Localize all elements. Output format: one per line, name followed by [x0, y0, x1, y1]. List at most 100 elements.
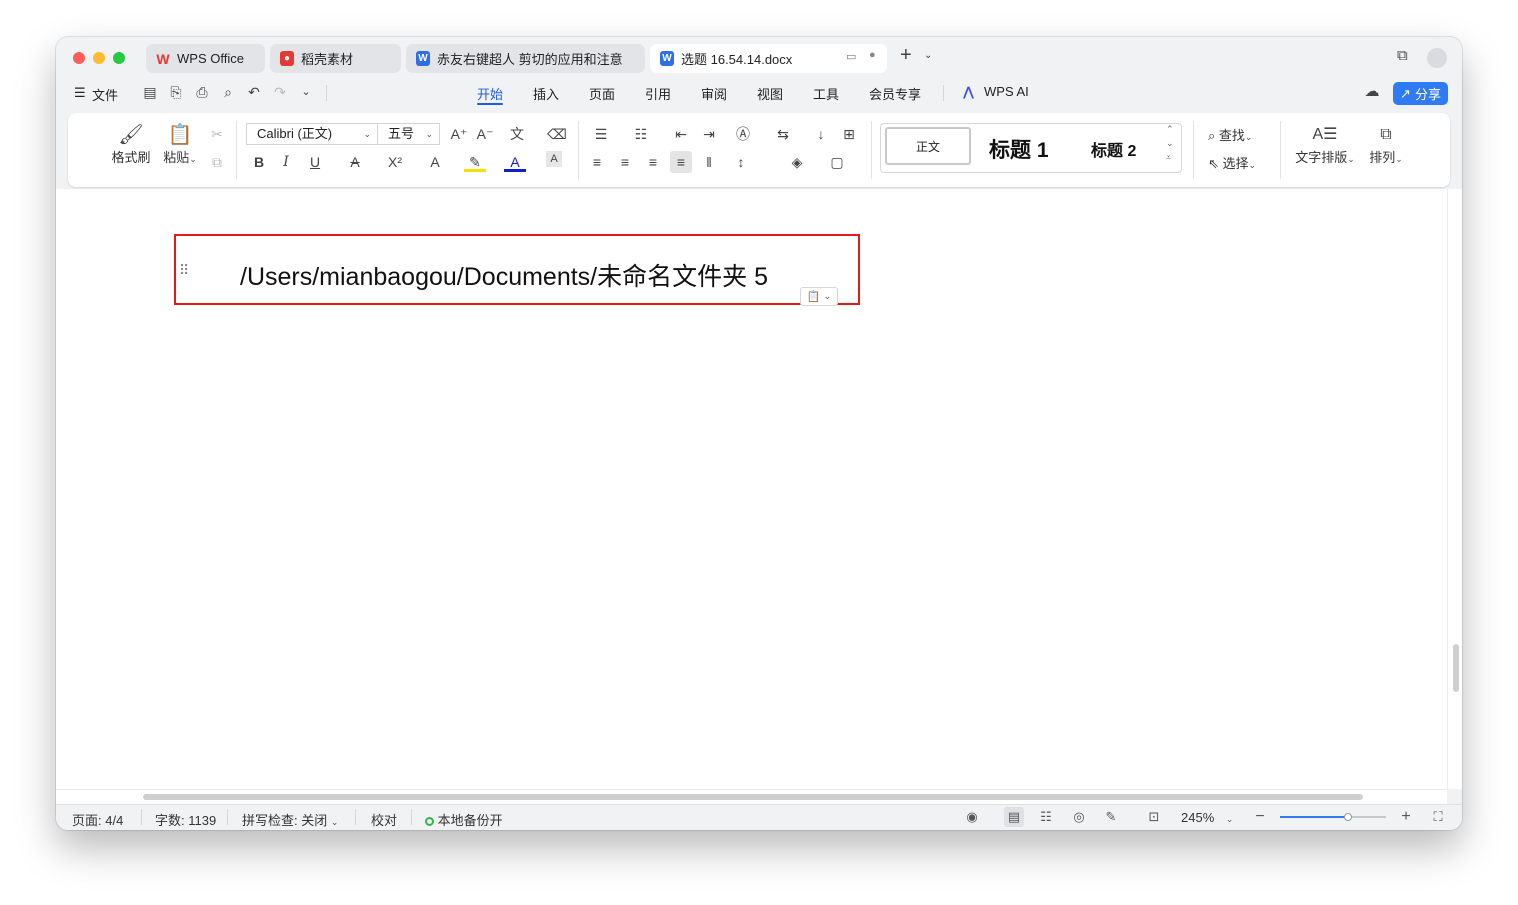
style-normal[interactable]: 正文 [885, 127, 971, 165]
export-pdf-icon[interactable]: ⎘ [167, 83, 185, 101]
highlight-color-icon[interactable]: ✎ [464, 151, 486, 172]
clear-format-icon[interactable]: ⌫ [546, 123, 568, 145]
save-icon[interactable]: ▤ [141, 83, 159, 101]
paste-options-button[interactable]: 📋 ⌄ [800, 287, 838, 306]
zoom-slider-handle[interactable] [1344, 813, 1352, 821]
tab-document-active[interactable]: W 选题 16.54.14.docx ▭ ● [650, 44, 887, 73]
eye-icon[interactable]: ◉ [962, 807, 982, 827]
superscript-icon[interactable]: X² [384, 151, 406, 173]
undo-icon[interactable]: ↶ [245, 83, 263, 101]
fit-page-icon[interactable]: ⊡ [1144, 807, 1164, 827]
menu-icon[interactable]: ☰ [74, 85, 86, 101]
format-brush-button[interactable]: 🖌 格式刷 [108, 123, 154, 166]
tab-wps-office[interactable]: W WPS Office [146, 44, 265, 73]
cloud-upload-icon[interactable]: ☁ [1363, 83, 1381, 101]
tab-tools[interactable]: 工具 [813, 84, 839, 103]
italic-icon[interactable]: I [275, 151, 297, 173]
avatar[interactable] [1427, 48, 1447, 68]
font-color-icon[interactable]: A [504, 151, 526, 172]
bullet-list-icon[interactable]: ☰ [590, 123, 612, 145]
vertical-scroll-thumb[interactable] [1453, 644, 1459, 692]
page-view-icon[interactable]: ▤ [1004, 807, 1024, 827]
text-effect-icon[interactable]: A [424, 151, 446, 173]
styles-down-icon[interactable]: ⌄ [1166, 138, 1174, 149]
minimize-window-button[interactable] [93, 52, 105, 64]
bold-icon[interactable]: B [248, 151, 270, 173]
tab-list-chevron-icon[interactable]: ⌄ [924, 50, 932, 61]
shading-icon[interactable]: ◈ [786, 151, 808, 173]
tab-references[interactable]: 引用 [645, 84, 671, 103]
document-paragraph[interactable]: /Users/mianbaogou/Documents/未命名文件夹 5 [240, 257, 768, 293]
font-name-select[interactable]: Calibri (正文) ⌄ [246, 123, 378, 145]
tab-member[interactable]: 会员专享 [869, 84, 921, 103]
tab-docer[interactable]: ● 稻壳素材 [270, 44, 401, 73]
file-menu[interactable]: 文件 [92, 85, 118, 104]
char-shading-icon[interactable]: A [546, 151, 562, 167]
find-button[interactable]: ⌕ 查找⌄ [1208, 125, 1252, 144]
zoom-window-button[interactable] [113, 52, 125, 64]
style-heading-2[interactable]: 标题 2 [1091, 137, 1136, 161]
spell-check-status[interactable]: 拼写检查: 关闭 ⌄ [242, 810, 338, 829]
select-button[interactable]: ⇖ 选择⌄ [1208, 153, 1256, 172]
text-layout-button[interactable]: A☰ 文字排版⌄ [1292, 123, 1358, 166]
sort-icon[interactable]: ↓ [810, 123, 832, 145]
font-size-select[interactable]: 五号 ⌄ [377, 123, 440, 145]
line-spacing-icon[interactable]: ↕ [730, 151, 752, 173]
distributed-align-icon[interactable]: ‖ [698, 151, 720, 173]
web-view-icon[interactable]: ◎ [1069, 807, 1089, 827]
decrease-font-icon[interactable]: A⁻ [474, 123, 496, 145]
word-count[interactable]: 字数: 1139 [155, 810, 216, 829]
vertical-scrollbar[interactable] [1447, 189, 1462, 789]
decrease-indent-icon[interactable]: ⇤ [670, 123, 692, 145]
fullscreen-icon[interactable]: ⛶ [1428, 807, 1448, 827]
outline-view-icon[interactable]: ☷ [1036, 807, 1056, 827]
align-left-icon[interactable]: ≡ [586, 151, 608, 173]
strikethrough-icon[interactable]: A [344, 151, 366, 173]
paste-button[interactable]: 📋 粘贴⌄ [160, 123, 200, 166]
tab-insert[interactable]: 插入 [533, 84, 559, 103]
tab-wps-ai[interactable]: WPS AI [984, 84, 1029, 99]
zoom-in-icon[interactable]: + [1396, 807, 1416, 827]
horizontal-scroll-thumb[interactable] [143, 794, 1363, 800]
chinese-layout-icon[interactable]: Ⓐ [732, 123, 754, 145]
borders-icon[interactable]: ▢ [826, 151, 848, 173]
tab-page[interactable]: 页面 [589, 84, 615, 103]
page-indicator[interactable]: 页面: 4/4 [72, 810, 123, 829]
share-button[interactable]: ↗ 分享 [1393, 82, 1448, 105]
align-right-icon[interactable]: ≡ [642, 151, 664, 173]
increase-font-icon[interactable]: A⁺ [448, 123, 470, 145]
align-justify-icon[interactable]: ≡ [670, 151, 692, 173]
style-heading-1[interactable]: 标题 1 [989, 134, 1049, 164]
tab-view[interactable]: 视图 [757, 84, 783, 103]
print-icon[interactable]: ⎙ [193, 83, 211, 101]
underline-icon[interactable]: U [304, 151, 326, 173]
copy-icon[interactable]: ⧉ [206, 151, 228, 173]
show-marks-icon[interactable]: ⊞ [838, 123, 860, 145]
numbered-list-icon[interactable]: ☷ [630, 123, 652, 145]
horizontal-scrollbar[interactable] [56, 789, 1447, 804]
quick-access-chevron-icon[interactable]: ⌄ [297, 83, 315, 101]
text-direction-icon[interactable]: ⇆ [772, 123, 794, 145]
print-preview-icon[interactable]: ⌕ [219, 83, 237, 101]
styles-up-icon[interactable]: ⌃ [1166, 124, 1174, 135]
zoom-out-icon[interactable]: − [1250, 807, 1270, 827]
zoom-slider[interactable] [1280, 813, 1386, 821]
tab-review[interactable]: 审阅 [701, 84, 727, 103]
cut-icon[interactable]: ✂ [206, 123, 228, 145]
redo-icon[interactable]: ↷ [271, 83, 289, 101]
increase-indent-icon[interactable]: ⇥ [698, 123, 720, 145]
proofread-button[interactable]: 校对 [371, 810, 397, 829]
write-mode-icon[interactable]: ✎ [1101, 807, 1121, 827]
tab-document-1[interactable]: W 赤友右键超人 剪切的应用和注意 [406, 44, 645, 73]
arrange-button[interactable]: ⧉ 排列⌄ [1366, 123, 1406, 166]
paragraph-drag-handle-icon[interactable]: ⠿ [179, 262, 189, 279]
close-window-button[interactable] [73, 52, 85, 64]
new-tab-plus-icon[interactable]: + [900, 44, 912, 67]
zoom-level[interactable]: 245% ⌄ [1181, 810, 1233, 825]
window-layout-icon[interactable]: ⧉ [1397, 47, 1408, 64]
tab-monitor-icon[interactable]: ▭ [846, 50, 856, 63]
phonetic-guide-icon[interactable]: 文 [506, 123, 528, 145]
tab-home[interactable]: 开始 [477, 84, 503, 103]
local-backup-status[interactable]: 本地备份开 [425, 810, 503, 829]
styles-more-icon[interactable]: ⩡ [1166, 152, 1171, 163]
